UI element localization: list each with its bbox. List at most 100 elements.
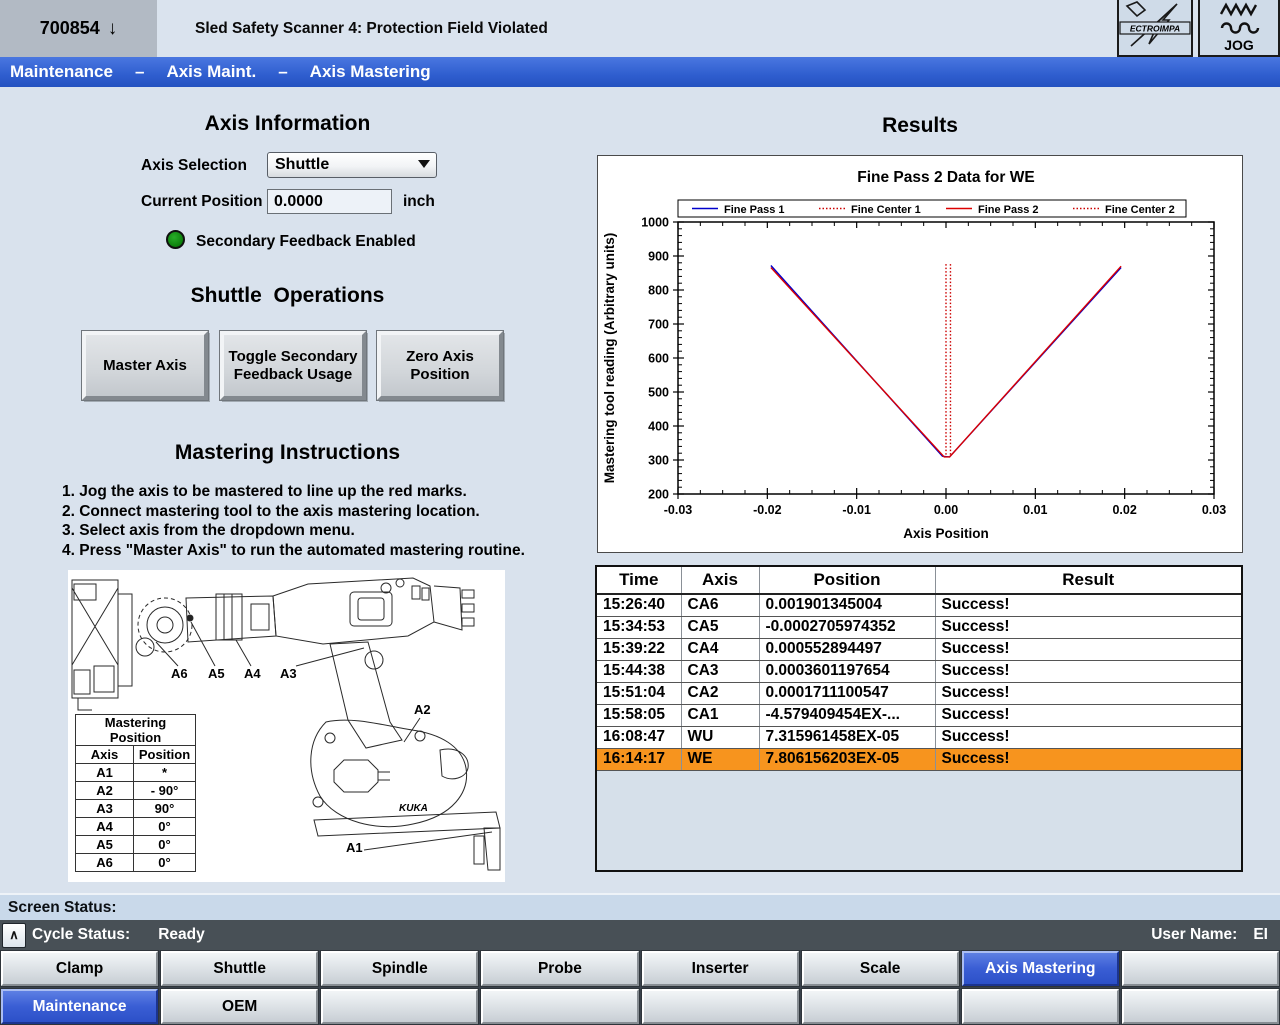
- result-row[interactable]: 15:39:22CA40.000552894497Success!: [597, 638, 1241, 660]
- axis-label-a4: A4: [244, 666, 261, 681]
- user-name-value: EI: [1253, 926, 1268, 944]
- axis-selection-label: Axis Selection: [141, 157, 247, 175]
- svg-text:200: 200: [648, 488, 669, 502]
- screen-status-bar: Screen Status:: [0, 893, 1280, 920]
- x-axis-label: Axis Position: [903, 526, 989, 541]
- breadcrumb-separator: –: [278, 62, 287, 82]
- result-row[interactable]: 15:51:04CA20.0001711100547Success!: [597, 682, 1241, 704]
- results-title: Results: [597, 114, 1243, 138]
- nav-button-blank[interactable]: [321, 989, 478, 1024]
- svg-text:-0.03: -0.03: [664, 503, 693, 517]
- nav-button-blank[interactable]: [802, 989, 959, 1024]
- instruction-step: 3. Select axis from the dropdown menu.: [62, 521, 532, 541]
- svg-text:900: 900: [648, 250, 669, 264]
- nav-button-blank[interactable]: [642, 989, 799, 1024]
- user-name-label: User Name:: [1151, 926, 1237, 944]
- mastering-table-row: A40°: [76, 818, 196, 836]
- breadcrumb-item-axis-mastering[interactable]: Axis Mastering: [310, 62, 431, 82]
- svg-text:400: 400: [648, 420, 669, 434]
- nav-button-spindle[interactable]: Spindle: [321, 951, 478, 986]
- svg-text:1000: 1000: [641, 216, 669, 230]
- jog-wave-icon: [1200, 0, 1278, 36]
- toggle-secondary-feedback-button[interactable]: Toggle Secondary Feedback Usage: [220, 331, 366, 400]
- alarm-dropdown-arrow-icon: ↓: [108, 18, 118, 40]
- user-name-area: User Name: EI: [1151, 926, 1280, 944]
- alarm-number: 700854: [40, 18, 100, 39]
- legend-item-fine-pass-2: Fine Pass 2: [978, 204, 1039, 216]
- collapse-panel-button[interactable]: ∧: [2, 923, 26, 948]
- result-row[interactable]: 16:14:17WE7.806156203EX-05Success!: [597, 748, 1241, 770]
- instruction-step: 4. Press "Master Axis" to run the automa…: [62, 541, 532, 561]
- results-column-position: Position: [759, 567, 935, 594]
- nav-button-maintenance[interactable]: Maintenance: [1, 989, 158, 1024]
- cycle-status-value: Ready: [158, 926, 205, 944]
- result-row[interactable]: 16:08:47WU7.315961458EX-05Success!: [597, 726, 1241, 748]
- electroimpact-logo-icon: ECTROIMPA: [1117, 0, 1193, 57]
- nav-button-blank[interactable]: [962, 989, 1119, 1024]
- mastering-table-row: A60°: [76, 854, 196, 872]
- nav-button-oem[interactable]: OEM: [161, 989, 318, 1024]
- zero-axis-position-button[interactable]: Zero Axis Position: [377, 331, 503, 400]
- jog-mode-button[interactable]: JOG: [1198, 0, 1280, 57]
- results-table-header: TimeAxisPositionResult: [597, 567, 1241, 594]
- svg-text:-0.02: -0.02: [753, 503, 782, 517]
- result-row[interactable]: 15:44:38CA30.0003601197654Success!: [597, 660, 1241, 682]
- nav-button-inserter[interactable]: Inserter: [642, 951, 799, 986]
- nav-button-probe[interactable]: Probe: [481, 951, 638, 986]
- alarm-message: Sled Safety Scanner 4: Protection Field …: [195, 0, 548, 57]
- nav-button-shuttle[interactable]: Shuttle: [161, 951, 318, 986]
- nav-button-blank[interactable]: [1122, 951, 1279, 986]
- nav-button-clamp[interactable]: Clamp: [1, 951, 158, 986]
- cycle-status-bar: ∧ Cycle Status: Ready User Name: EI: [0, 920, 1280, 950]
- current-position-input[interactable]: [267, 189, 392, 214]
- results-table-panel: TimeAxisPositionResult 15:26:40CA60.0019…: [595, 565, 1243, 872]
- mastering-table-title: Mastering Position: [76, 715, 196, 746]
- axis-label-a2: A2: [414, 702, 431, 717]
- alarm-number-button[interactable]: 700854 ↓: [0, 0, 157, 57]
- robot-brand-label: KUKA: [399, 803, 428, 814]
- instruction-step: 1. Jog the axis to be mastered to line u…: [62, 482, 532, 502]
- svg-text:800: 800: [648, 284, 669, 298]
- svg-text:0.01: 0.01: [1023, 503, 1047, 517]
- master-axis-button[interactable]: Master Axis: [82, 331, 208, 400]
- nav-button-axis-mastering[interactable]: Axis Mastering: [962, 951, 1119, 986]
- breadcrumb-item-maintenance[interactable]: Maintenance: [10, 62, 113, 82]
- svg-text:500: 500: [648, 386, 669, 400]
- bottom-navigation: ClampShuttleSpindleProbeInserterScaleAxi…: [0, 950, 1280, 1025]
- shuttle-operations-title: Shuttle Operations: [80, 284, 495, 308]
- results-chart: Fine Pass 2 Data for WE Fine Pass 1 Fine C…: [598, 156, 1242, 552]
- mastering-instructions-title: Mastering Instructions: [80, 441, 495, 465]
- legend-item-fine-center-1: Fine Center 1: [851, 204, 921, 216]
- svg-text:700: 700: [648, 318, 669, 332]
- nav-button-scale[interactable]: Scale: [802, 951, 959, 986]
- axis-selection-value: Shuttle: [275, 156, 329, 174]
- mastering-table-row: A390°: [76, 800, 196, 818]
- instruction-step: 2. Connect mastering tool to the axis ma…: [62, 502, 532, 522]
- cycle-status-label: Cycle Status:: [32, 926, 130, 944]
- mastering-position-table: Mastering PositionAxisPositionA1*A2- 90°…: [75, 714, 196, 872]
- legend-item-fine-pass-1: Fine Pass 1: [724, 204, 785, 216]
- breadcrumb-item-axis-maint-[interactable]: Axis Maint.: [166, 62, 256, 82]
- top-alarm-bar: 700854 ↓ Sled Safety Scanner 4: Protecti…: [0, 0, 1280, 57]
- result-row[interactable]: 15:26:40CA60.001901345004Success!: [597, 594, 1241, 616]
- chart-title: Fine Pass 2 Data for WE: [857, 169, 1034, 186]
- mastering-table-row: A1*: [76, 764, 196, 782]
- nav-button-blank[interactable]: [1122, 989, 1279, 1024]
- chevron-down-icon: [418, 160, 430, 168]
- axis-selection-dropdown[interactable]: Shuttle: [267, 152, 437, 178]
- y-axis-label: Mastering tool reading (Arbitrary units): [602, 233, 617, 484]
- results-column-time: Time: [597, 567, 681, 594]
- result-row[interactable]: 15:34:53CA5-0.0002705974352Success!: [597, 616, 1241, 638]
- result-row[interactable]: 15:58:05CA1-4.579409454EX-...Success!: [597, 704, 1241, 726]
- results-table: TimeAxisPositionResult 15:26:40CA60.0019…: [597, 567, 1241, 771]
- current-position-label: Current Position: [141, 193, 262, 211]
- current-position-unit: inch: [403, 193, 435, 211]
- logo-text: ECTROIMPA: [1130, 24, 1180, 34]
- jog-label: JOG: [1200, 37, 1278, 53]
- mastering-table-row: A2- 90°: [76, 782, 196, 800]
- results-chart-panel: Fine Pass 2 Data for WE Fine Pass 1 Fine C…: [597, 155, 1243, 553]
- robot-diagram-panel: KUKA A6 A5 A4 A3 A2 A1 Mastering Positio…: [68, 570, 505, 882]
- nav-button-blank[interactable]: [481, 989, 638, 1024]
- mastering-instructions-list: 1. Jog the axis to be mastered to line u…: [62, 482, 532, 560]
- mastering-table-columns: AxisPosition: [76, 746, 196, 764]
